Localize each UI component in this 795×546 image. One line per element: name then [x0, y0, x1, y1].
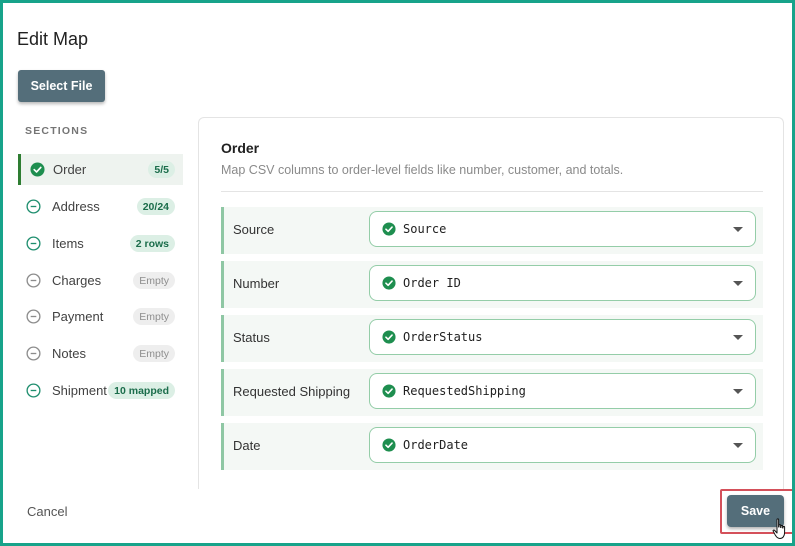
sections-heading: SECTIONS	[25, 125, 89, 137]
selected-column: RequestedShipping	[403, 384, 526, 398]
sidebar-item-label: Address	[52, 199, 100, 214]
selected-column: OrderStatus	[403, 330, 483, 344]
edit-map-dialog: Edit Map Select File SECTIONS Order 5/5 …	[0, 0, 795, 546]
sidebar-item-order[interactable]: Order 5/5	[18, 154, 183, 185]
field-label: Number	[233, 276, 280, 291]
check-circle-icon	[382, 276, 396, 290]
sidebar-item-label: Shipment	[52, 383, 107, 398]
check-circle-icon	[382, 330, 396, 344]
caret-down-icon	[733, 389, 743, 394]
minus-circle-icon	[26, 273, 41, 288]
order-mapping-panel: Order Map CSV columns to order-level fie…	[198, 117, 784, 489]
selected-column: Order ID	[403, 276, 461, 290]
field-label: Requested Shipping	[233, 384, 351, 399]
status-badge: Empty	[133, 308, 175, 325]
requested-shipping-column-select[interactable]: RequestedShipping	[369, 373, 756, 409]
sidebar-item-payment[interactable]: Payment Empty	[18, 301, 183, 332]
field-row-status: Status OrderStatus	[221, 315, 763, 362]
status-badge: Empty	[133, 345, 175, 362]
caret-down-icon	[733, 227, 743, 232]
field-row-date: Date OrderDate	[221, 423, 763, 470]
minus-circle-icon	[26, 236, 41, 251]
check-circle-icon	[382, 438, 396, 452]
section-description: Map CSV columns to order-level fields li…	[221, 163, 624, 177]
sidebar-item-label: Order	[53, 162, 87, 177]
select-file-button[interactable]: Select File	[18, 70, 105, 102]
check-circle-icon	[30, 162, 45, 177]
sidebar-item-address[interactable]: Address 20/24	[18, 191, 183, 222]
page-title: Edit Map	[17, 29, 89, 49]
status-badge: Empty	[133, 272, 175, 289]
status-badge: 2 rows	[129, 235, 175, 252]
field-row-number: Number Order ID	[221, 261, 763, 308]
field-label: Source	[233, 222, 275, 237]
status-badge: 20/24	[136, 198, 175, 215]
minus-circle-icon	[26, 199, 41, 214]
sidebar-item-notes[interactable]: Notes Empty	[18, 338, 183, 369]
minus-circle-icon	[26, 383, 41, 398]
minus-circle-icon	[26, 346, 41, 361]
caret-down-icon	[733, 281, 743, 286]
divider	[221, 191, 763, 192]
field-label: Status	[233, 330, 270, 345]
cancel-button[interactable]: Cancel	[27, 504, 67, 519]
section-title: Order	[221, 140, 260, 156]
sidebar-item-items[interactable]: Items 2 rows	[18, 228, 183, 259]
hand-pointer-icon	[772, 518, 786, 539]
caret-down-icon	[733, 335, 743, 340]
sidebar-item-charges[interactable]: Charges Empty	[18, 265, 183, 296]
source-column-select[interactable]: Source	[369, 211, 756, 247]
number-column-select[interactable]: Order ID	[369, 265, 756, 301]
field-row-source: Source Source	[221, 207, 763, 254]
status-badge: 10 mapped	[108, 382, 175, 399]
selected-column: OrderDate	[403, 438, 469, 452]
minus-circle-icon	[26, 309, 41, 324]
sidebar-item-label: Charges	[52, 273, 102, 288]
sidebar-item-label: Notes	[52, 346, 86, 361]
status-column-select[interactable]: OrderStatus	[369, 319, 756, 355]
sidebar-item-label: Payment	[52, 309, 104, 324]
field-label: Date	[233, 438, 261, 453]
date-column-select[interactable]: OrderDate	[369, 427, 756, 463]
selected-column: Source	[403, 222, 447, 236]
status-badge: 5/5	[148, 161, 175, 178]
field-row-requested-shipping: Requested Shipping RequestedShipping	[221, 369, 763, 416]
sidebar-item-label: Items	[52, 236, 84, 251]
caret-down-icon	[733, 443, 743, 448]
sidebar-item-shipment[interactable]: Shipment 10 mapped	[18, 375, 183, 406]
check-circle-icon	[382, 222, 396, 236]
check-circle-icon	[382, 384, 396, 398]
